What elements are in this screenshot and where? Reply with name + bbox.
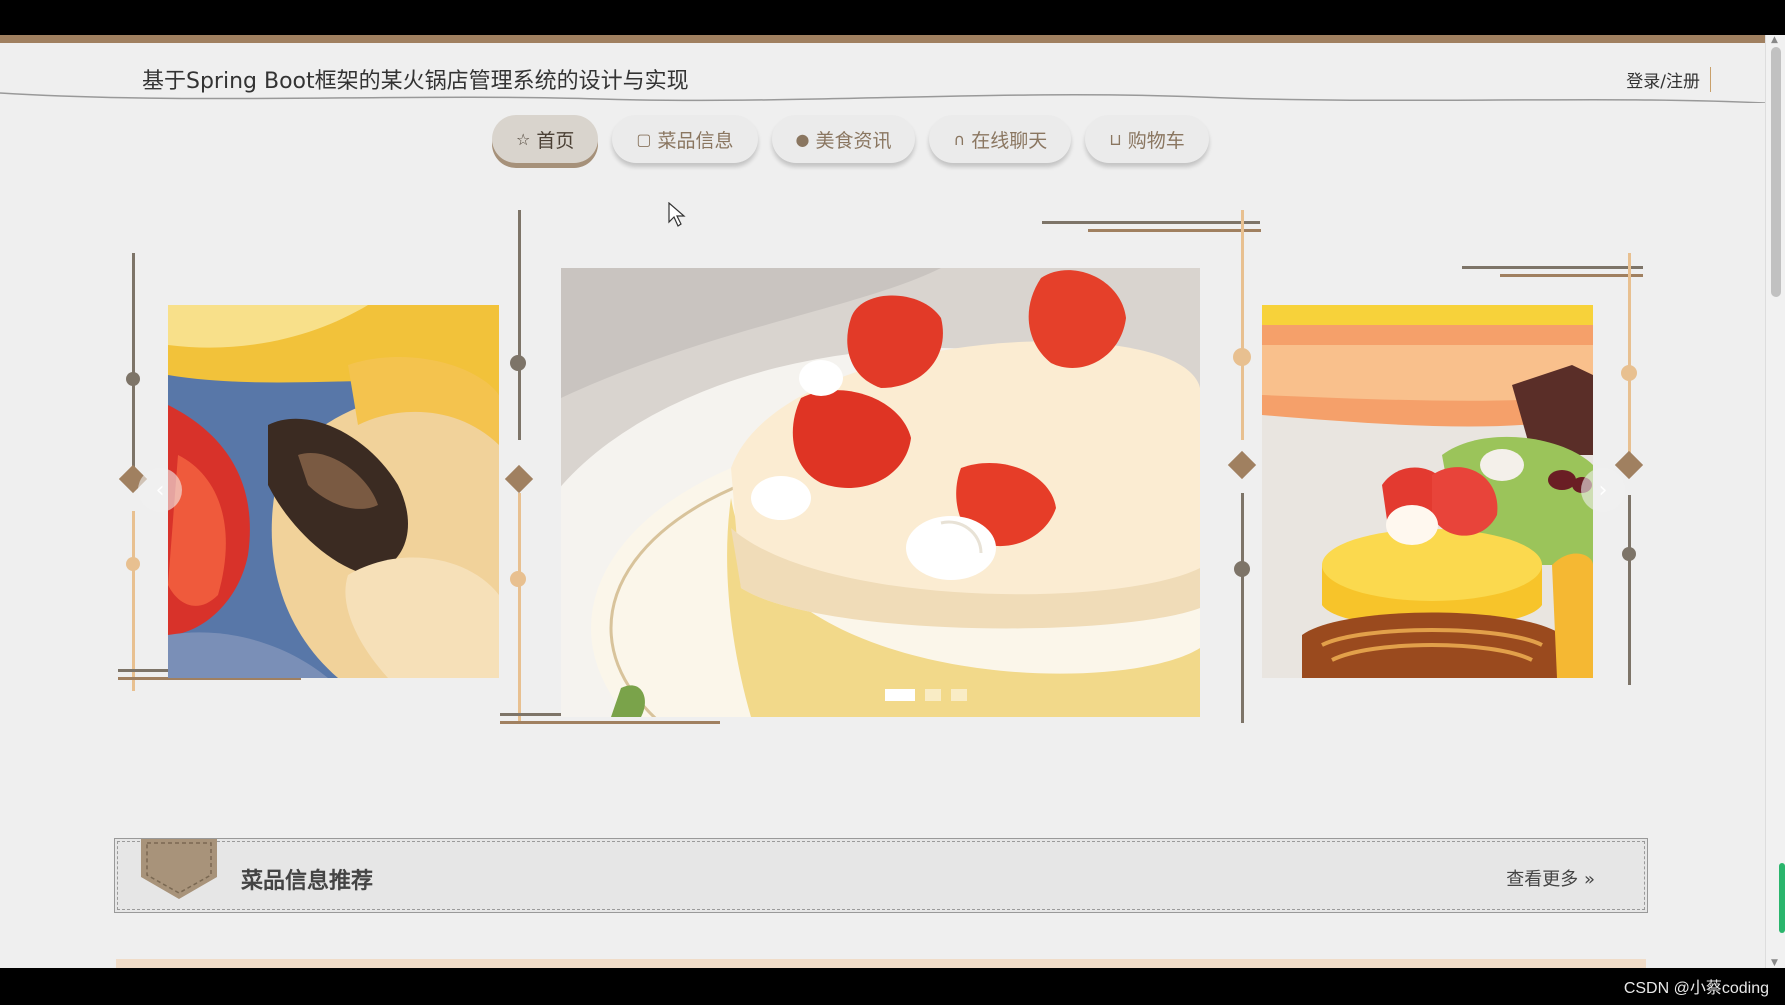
scroll-down-arrow-icon[interactable]: ▼: [1771, 958, 1778, 968]
info-icon: ●: [795, 129, 810, 149]
strawberry-cake-image: [561, 268, 1200, 717]
letterbox-top: [0, 0, 1785, 35]
decor-line: [1628, 253, 1631, 473]
decor-line: [132, 253, 135, 473]
nav-item-label: 首页: [536, 129, 575, 152]
carousel-next-button[interactable]: ›: [1581, 468, 1625, 512]
headset-icon: ∩: [953, 129, 966, 149]
decor-dot: [126, 557, 140, 571]
site-title: 基于Spring Boot框架的某火锅店管理系统的设计与实现: [142, 69, 689, 94]
carousel-indicators: [885, 689, 967, 701]
decor-dot: [1233, 348, 1251, 366]
nav-item-home[interactable]: ☆ 首页: [492, 115, 599, 163]
nav-item-food-news[interactable]: ● 美食资讯: [771, 115, 916, 163]
next-section-top: [116, 959, 1646, 968]
decor-dot: [510, 355, 526, 371]
nav-item-dishes[interactable]: ▢ 菜品信息: [612, 115, 758, 163]
carousel-indicator[interactable]: [925, 689, 941, 701]
double-chevron-right-icon: »: [1583, 869, 1595, 890]
side-widget-tab[interactable]: [1779, 863, 1785, 933]
browser-viewport: 基于Spring Boot框架的某火锅店管理系统的设计与实现 登录/注册 ☆ 首…: [0, 35, 1785, 968]
nav-item-label: 菜品信息: [657, 129, 734, 152]
top-accent-stripe: [0, 35, 1765, 43]
scrollbar-thumb[interactable]: [1771, 47, 1781, 297]
decor-dot: [126, 372, 140, 386]
bag-icon: ▢: [636, 129, 652, 149]
section-badge-icon: [141, 839, 217, 899]
decor-dot: [1234, 561, 1250, 577]
decor-diamond: [1227, 450, 1257, 480]
decor-line: [1500, 274, 1643, 277]
carousel-prev-button[interactable]: ‹: [138, 468, 182, 512]
carousel-slide-right[interactable]: [1262, 305, 1593, 678]
decor-line: [500, 721, 720, 724]
decor-line: [1042, 221, 1260, 224]
main-nav: ☆ 首页 ▢ 菜品信息 ● 美食资讯 ∩ 在线聊天 ⊔ 购物车: [492, 115, 1209, 167]
nav-item-cart[interactable]: ⊔ 购物车: [1085, 115, 1209, 163]
nav-item-label: 美食资讯: [815, 129, 892, 152]
decor-dot: [1622, 547, 1636, 561]
star-icon: ☆: [516, 129, 531, 149]
banner-carousel: ‹ ›: [0, 175, 1765, 735]
view-more-label: 查看更多: [1506, 869, 1579, 890]
recommend-section-header: 菜品信息推荐 查看更多 »: [114, 838, 1648, 913]
carousel-indicator[interactable]: [885, 689, 915, 701]
decor-dot: [1621, 365, 1637, 381]
page-scrollbar[interactable]: ▲ ▼: [1765, 35, 1785, 968]
pastry-image: [168, 305, 499, 678]
nav-item-online-chat[interactable]: ∩ 在线聊天: [929, 115, 1072, 163]
decor-line: [1241, 493, 1244, 723]
decor-dot: [510, 571, 526, 587]
nav-item-label: 购物车: [1127, 129, 1185, 152]
decor-line: [518, 210, 521, 440]
decor-line: [1628, 495, 1631, 685]
cart-icon: ⊔: [1109, 129, 1122, 149]
section-title: 菜品信息推荐: [241, 869, 374, 894]
decor-line: [1462, 266, 1643, 269]
carousel-slide-center[interactable]: [561, 268, 1200, 717]
nav-item-label: 在线聊天: [971, 129, 1048, 152]
login-register-link[interactable]: 登录/注册: [1626, 67, 1711, 92]
decor-line: [1241, 210, 1244, 440]
decor-line: [1088, 229, 1261, 232]
carousel-indicator[interactable]: [951, 689, 967, 701]
decor-line: [132, 511, 135, 691]
decor-diamond: [504, 464, 534, 494]
view-more-link[interactable]: 查看更多 »: [1506, 865, 1595, 891]
decor-line: [518, 493, 521, 723]
scroll-up-arrow-icon[interactable]: ▲: [1771, 35, 1778, 45]
mouse-cursor-icon: [668, 202, 686, 227]
fruit-tart-image: [1262, 305, 1593, 678]
site-header: 基于Spring Boot框架的某火锅店管理系统的设计与实现 登录/注册: [0, 43, 1765, 103]
carousel-slide-left[interactable]: [168, 305, 499, 678]
letterbox-bottom: [0, 968, 1785, 1005]
watermark: CSDN @小蔡coding: [1623, 980, 1769, 997]
